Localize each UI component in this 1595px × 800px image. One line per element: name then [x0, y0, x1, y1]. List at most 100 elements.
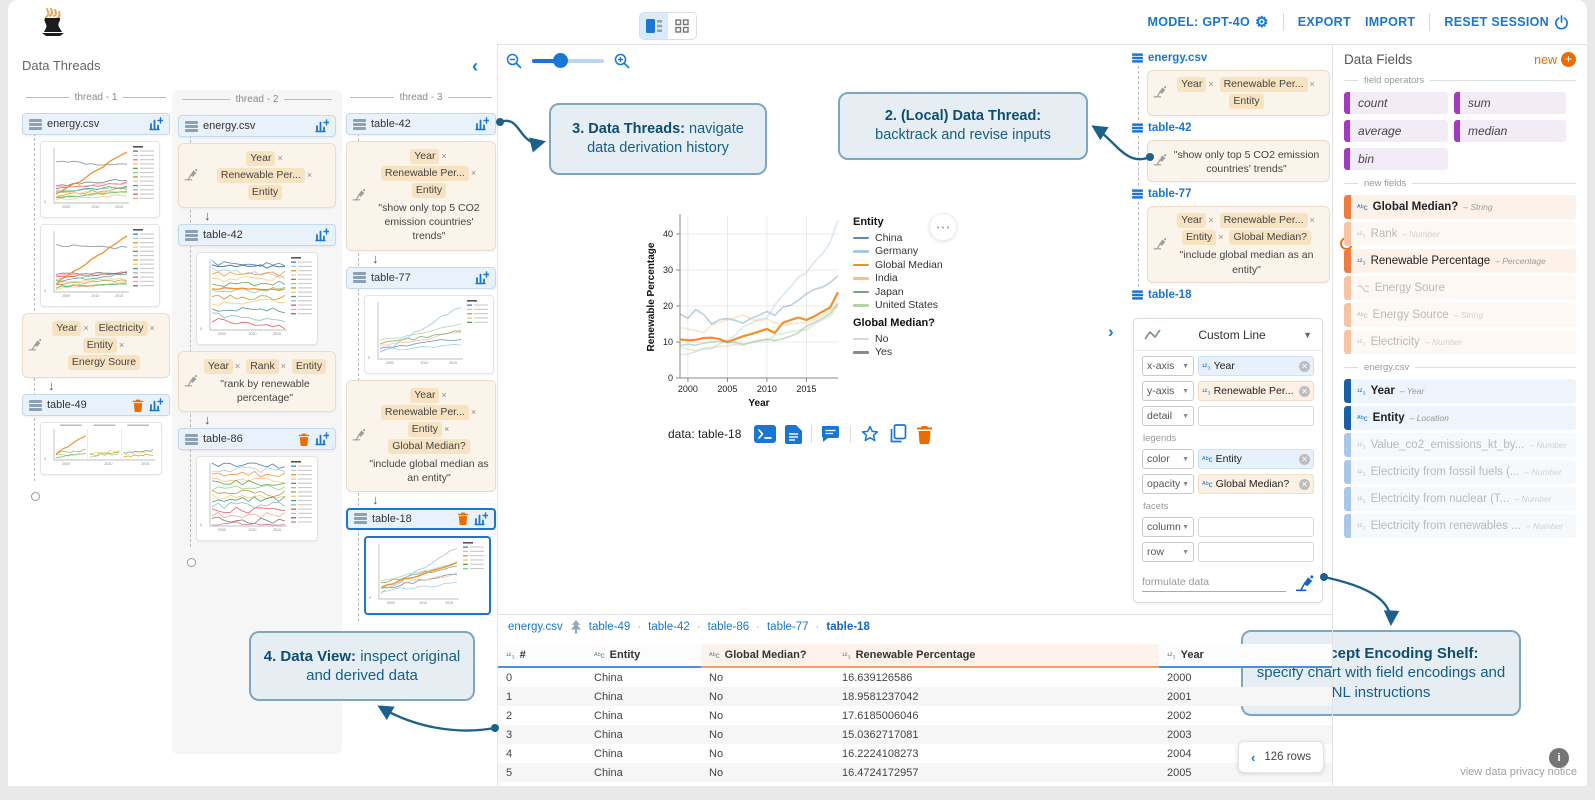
concept-card[interactable]: Year× Rank× Entity "rank by renewable pe…	[178, 351, 336, 412]
remove-chip-icon[interactable]: ×	[119, 340, 124, 350]
row-count-button[interactable]: ‹ 126 rows	[1238, 741, 1324, 773]
data-field-row[interactable]: ¹²₃Electricity from renewables ...– Numb…	[1344, 514, 1576, 538]
expand-shelf-icon[interactable]: ›	[1108, 322, 1114, 342]
formulate-data-input[interactable]: formulate data	[1142, 576, 1286, 592]
remove-chip-icon[interactable]: ×	[83, 323, 88, 333]
remove-chip-icon[interactable]: ×	[441, 390, 446, 400]
column-header-Global Median?[interactable]: ᴬᵇcGlobal Median?	[701, 644, 834, 668]
zoom-in-icon[interactable]	[614, 53, 630, 69]
data-field-row[interactable]: ⌥Energy Soure	[1344, 276, 1576, 300]
table-row[interactable]: 3ChinaNo15.03627170812003	[498, 725, 1332, 744]
gear-icon[interactable]: ⚙	[1255, 15, 1269, 30]
encoding-slot-x-axis[interactable]: x-axis▼	[1142, 356, 1194, 376]
encoding-field-box[interactable]	[1198, 517, 1314, 537]
data-field-row[interactable]: ¹²₃Electricity– Number	[1344, 330, 1576, 354]
chart-type-selector[interactable]: Custom Line ▼	[1134, 319, 1322, 351]
encoding-slot-row[interactable]: row▼	[1142, 542, 1194, 562]
concept-card[interactable]: Year× Renewable Per...× Entity	[1147, 70, 1330, 116]
thread-table-card[interactable]: table-42	[178, 224, 336, 246]
zoom-out-icon[interactable]	[506, 53, 522, 69]
legend-entry[interactable]: Japan	[853, 285, 973, 299]
data-view-tab-table-42[interactable]: table-42	[648, 621, 690, 633]
concept-card[interactable]: Year× Renewable Per...× Entity "show onl…	[346, 141, 496, 251]
chart-thumbnail[interactable]: 2000201020150	[196, 456, 318, 541]
data-view-tab-table-18[interactable]: table-18	[826, 621, 869, 633]
encoding-slot-opacity[interactable]: opacity▼	[1142, 474, 1194, 494]
copy-icon[interactable]	[889, 424, 907, 444]
table-row[interactable]: 2ChinaNo17.61850060462002	[498, 706, 1332, 725]
encoding-field-box[interactable]	[1198, 406, 1314, 426]
chart-thumbnail[interactable]: 2000201020150	[196, 252, 318, 345]
delete-trash-icon[interactable]	[916, 425, 933, 444]
data-field-row[interactable]: ᴬᵇcEnergy Source– String	[1344, 303, 1576, 327]
table-row[interactable]: 4ChinaNo16.22241082732004	[498, 744, 1332, 763]
thread-table-card[interactable]: table-77	[346, 267, 496, 289]
encoding-slot-y-axis[interactable]: y-axis▼	[1142, 381, 1194, 401]
remove-chip-icon[interactable]: ×	[471, 168, 476, 178]
model-selector[interactable]: MODEL: GPT-4O ⚙	[1147, 15, 1268, 30]
legend-entry[interactable]: United States	[853, 299, 973, 313]
remove-chip-icon[interactable]: ×	[1208, 79, 1213, 89]
local-thread-table-link[interactable]: table-18	[1132, 289, 1330, 301]
chart-thumbnail[interactable]: 2000201020150	[364, 536, 491, 615]
legend-entry[interactable]: Germany	[853, 245, 973, 259]
encoding-field-box[interactable]: ᴬᵇcEntity✕	[1198, 449, 1314, 469]
data-field-row[interactable]: ¹²₃Rank– Number	[1344, 222, 1576, 246]
concept-card[interactable]: Year× Renewable Per...× Entity	[178, 143, 336, 208]
data-field-row[interactable]: ¹²₃Electricity from fossil fuels (...– N…	[1344, 460, 1576, 484]
thread-table-card[interactable]: energy.csv	[22, 113, 170, 135]
thread-view-toggle-icon[interactable]	[640, 13, 668, 39]
chart-thumbnail[interactable]: 2000201020150	[40, 141, 160, 218]
remove-chip-icon[interactable]: ×	[471, 407, 476, 417]
data-view-tab-energy.csv[interactable]: energy.csv	[508, 621, 563, 633]
legend-entry[interactable]: Global Median	[853, 258, 973, 272]
delete-trash-icon[interactable]	[457, 512, 469, 525]
encoding-slot-column[interactable]: column▼	[1142, 517, 1194, 537]
thread-table-card[interactable]: table-49	[22, 394, 170, 416]
concept-card[interactable]: Year× Renewable Per...× Entity× Global M…	[346, 380, 496, 492]
thread-table-card[interactable]: table-42	[346, 113, 496, 135]
encoding-field-box[interactable]: ᴬᵇcGlobal Median?✕	[1198, 474, 1314, 494]
new-field-button[interactable]: new +	[1534, 52, 1576, 67]
operator-chip-sum[interactable]: sum	[1454, 92, 1566, 114]
remove-chip-icon[interactable]: ×	[235, 361, 240, 371]
encoding-slot-detail[interactable]: detail▼	[1142, 406, 1194, 426]
remove-chip-icon[interactable]: ×	[444, 424, 449, 434]
operator-chip-bin[interactable]: bin	[1344, 148, 1448, 170]
clear-field-icon[interactable]: ✕	[1299, 479, 1310, 490]
data-field-row[interactable]: ¹²₃Electricity from nuclear (T...– Numbe…	[1344, 487, 1576, 511]
add-chart-icon[interactable]	[149, 117, 163, 131]
add-chart-icon[interactable]	[315, 119, 329, 133]
clear-field-icon[interactable]: ✕	[1299, 454, 1310, 465]
encoding-field-box[interactable]	[1198, 542, 1314, 562]
clear-field-icon[interactable]: ✕	[1299, 361, 1310, 372]
data-field-row[interactable]: ᴬᵇcEntity– Location	[1344, 406, 1576, 430]
column-header-Entity[interactable]: ᴬᵇcEntity	[586, 644, 701, 668]
encoding-slot-color[interactable]: color▼	[1142, 449, 1194, 469]
add-chart-icon[interactable]	[315, 432, 329, 446]
data-view-tab-table-77[interactable]: table-77	[767, 621, 809, 633]
chat-icon[interactable]	[821, 425, 841, 444]
remove-chip-icon[interactable]: ×	[441, 151, 446, 161]
collapse-threads-icon[interactable]: ‹	[472, 56, 478, 77]
legend-entry[interactable]: Yes	[853, 346, 973, 360]
reset-session-button[interactable]: RESET SESSION	[1444, 15, 1569, 30]
remove-chip-icon[interactable]: ×	[307, 170, 312, 180]
local-thread-table-link[interactable]: energy.csv	[1132, 52, 1330, 64]
data-field-row[interactable]: ¹²₃Year– Year	[1344, 379, 1576, 403]
operator-chip-average[interactable]: average	[1344, 120, 1448, 142]
remove-chip-icon[interactable]: ×	[277, 153, 282, 163]
encoding-field-box[interactable]: ¹²₃Renewable Per...✕	[1198, 381, 1314, 401]
thread-table-card[interactable]: table-18	[346, 508, 496, 530]
data-document-icon[interactable]	[785, 425, 802, 444]
delete-trash-icon[interactable]	[132, 399, 144, 412]
code-terminal-icon[interactable]	[754, 425, 776, 443]
add-chart-icon[interactable]	[475, 117, 489, 131]
column-header-#[interactable]: ¹²₃#	[498, 644, 586, 668]
chart-thumbnail[interactable]: 2000201020150	[40, 422, 162, 475]
concept-card[interactable]: "show only top 5 CO2 emission countries'…	[1147, 140, 1330, 182]
operator-chip-median[interactable]: median	[1454, 120, 1566, 142]
remove-chip-icon[interactable]: ×	[1310, 79, 1315, 89]
table-row[interactable]: 0ChinaNo16.6391265862000	[498, 668, 1332, 687]
favorite-star-icon[interactable]	[860, 424, 880, 444]
